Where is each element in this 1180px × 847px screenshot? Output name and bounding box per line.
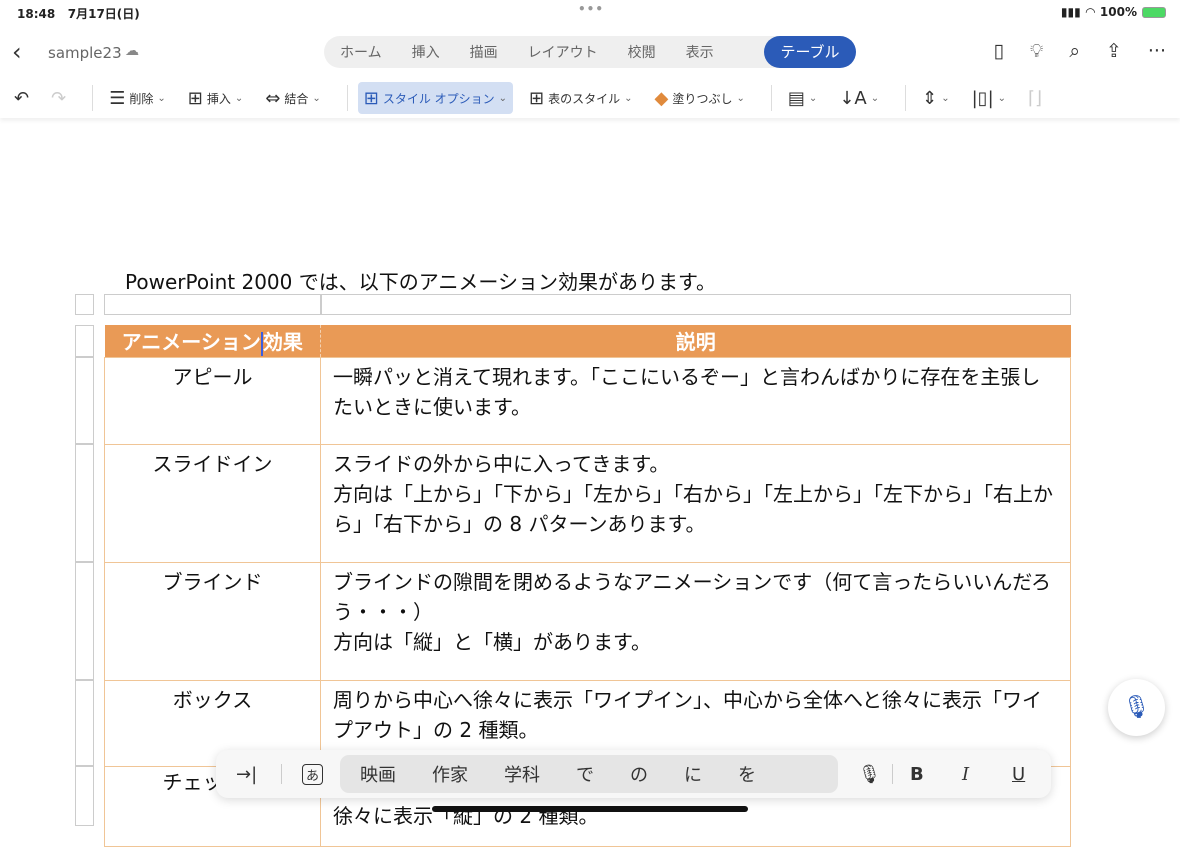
align-icon: ▤ bbox=[787, 87, 805, 109]
row-handle[interactable] bbox=[75, 680, 94, 766]
bold-button[interactable]: B bbox=[910, 764, 924, 785]
header-cell[interactable]: 説明 bbox=[320, 325, 1071, 357]
lightbulb-icon[interactable]: 💡︎ bbox=[1030, 40, 1043, 62]
suggestion[interactable]: 映画 bbox=[360, 761, 396, 787]
text-cursor bbox=[260, 331, 263, 356]
microphone-icon: 🎙︎ bbox=[1122, 695, 1151, 720]
description-cell[interactable]: ブラインドの隙間を閉めるようなアニメーションです（何て言ったらいいんだろう・・・… bbox=[320, 561, 1071, 681]
ribbon-tabs: ホーム 挿入 描画 レイアウト 校閲 表示 bbox=[324, 36, 794, 68]
effect-name-cell[interactable]: アピール bbox=[104, 356, 321, 445]
suggestion[interactable]: 学科 bbox=[504, 761, 540, 787]
text-direction-button[interactable]: ↓A ⌄ bbox=[833, 82, 885, 114]
dictate-button[interactable]: 🎙︎ bbox=[1108, 679, 1165, 736]
autofit-button[interactable]: ⌈⌋ bbox=[1022, 82, 1048, 114]
row-handle[interactable] bbox=[75, 294, 94, 315]
text-direction-icon: ↓A bbox=[839, 87, 867, 109]
search-icon[interactable]: ⌕ bbox=[1069, 40, 1080, 62]
row-handle[interactable] bbox=[75, 444, 94, 562]
table-gear-icon: ⊞ bbox=[363, 87, 379, 109]
suggestion[interactable]: で bbox=[576, 761, 594, 787]
paint-bucket-icon: ◆ bbox=[654, 87, 669, 109]
column-width-button[interactable]: |▯| ⌄ bbox=[966, 82, 1012, 114]
description-cell[interactable]: 一瞬パッと消えて現れます。「ここにいるぞー」と言わんばかりに存在を主張したいとき… bbox=[320, 356, 1071, 445]
row-height-icon: ⇕ bbox=[922, 87, 938, 109]
suggestion[interactable]: 作家 bbox=[432, 761, 468, 787]
description-cell[interactable]: スライドの外から中に入ってきます。 方向は「上から」「下から」「左から」「右から」… bbox=[320, 443, 1071, 563]
suggestion[interactable]: に bbox=[684, 761, 702, 787]
tab-key-icon[interactable]: →| bbox=[236, 764, 257, 785]
autofit-icon: ⌈⌋ bbox=[1028, 87, 1043, 109]
undo-button[interactable]: ↶ bbox=[8, 82, 35, 114]
table-row: アピール 一瞬パッと消えて現れます。「ここにいるぞー」と言わんばかりに存在を主張… bbox=[104, 356, 1071, 445]
row-height-button[interactable]: ⇕ ⌄ bbox=[916, 82, 955, 114]
merge-button[interactable]: ⇔ 結合 ⌄ bbox=[259, 82, 327, 114]
suggestion[interactable]: の bbox=[630, 761, 648, 787]
row-handle[interactable] bbox=[75, 766, 94, 826]
suggestion[interactable]: を bbox=[738, 761, 756, 787]
signal-icon: ▮▮▮ bbox=[1060, 5, 1081, 19]
row-handle[interactable] bbox=[75, 562, 94, 680]
table-insert-icon: ⊞ bbox=[187, 87, 203, 109]
alignment-button[interactable]: ▤ ⌄ bbox=[782, 82, 823, 114]
table-row: ブラインド ブラインドの隙間を閉めるようなアニメーションです（何て言ったらいいん… bbox=[104, 561, 1071, 681]
input-mode-icon[interactable]: あ bbox=[302, 763, 324, 785]
italic-button[interactable]: I bbox=[962, 764, 969, 785]
keyboard-shortcut-bar: →| あ 映画 作家 学科 で の に を 🎙︎ B I U bbox=[216, 750, 1051, 798]
table-row: スライドイン スライドの外から中に入ってきます。 方向は「上から」「下から」「左か… bbox=[104, 443, 1071, 563]
microphone-icon[interactable]: 🎙︎ bbox=[858, 764, 881, 785]
row-handle[interactable] bbox=[75, 357, 94, 444]
more-icon[interactable]: ··· bbox=[1148, 40, 1166, 62]
row-handle[interactable] bbox=[75, 325, 94, 357]
multitask-dots[interactable]: ••• bbox=[578, 2, 604, 16]
tab-insert[interactable]: 挿入 bbox=[412, 42, 440, 62]
cloud-saved-icon: ☁ bbox=[125, 43, 139, 59]
tab-draw[interactable]: 描画 bbox=[470, 42, 498, 62]
tab-view[interactable]: 表示 bbox=[686, 42, 714, 62]
file-name[interactable]: sample23 bbox=[48, 44, 122, 62]
underline-button[interactable]: U bbox=[1012, 764, 1025, 785]
style-options-button[interactable]: ⊞ スタイル オプション ⌄ bbox=[357, 82, 514, 114]
effect-name-cell[interactable]: スライドイン bbox=[104, 443, 321, 563]
status-bar: 18:48 7月17日(日) ••• ▮▮▮ ◠ 100% bbox=[0, 0, 1180, 24]
wifi-icon: ◠ bbox=[1085, 5, 1095, 19]
back-icon[interactable]: ‹ bbox=[12, 38, 22, 66]
redo-button[interactable]: ↷ bbox=[45, 82, 72, 114]
table-pen-icon: ⊞ bbox=[529, 87, 545, 109]
tab-review[interactable]: 校閲 bbox=[628, 42, 656, 62]
merge-icon: ⇔ bbox=[265, 87, 281, 109]
delete-table-icon: ☰ bbox=[109, 87, 126, 109]
table-header-row: アニメーション 効果 説明 bbox=[104, 325, 1071, 357]
predictive-suggestions: 映画 作家 学科 で の に を bbox=[340, 755, 838, 793]
delete-button[interactable]: ☰ 削除 ⌄ bbox=[103, 82, 172, 114]
empty-table-row[interactable] bbox=[104, 294, 1071, 315]
shading-button[interactable]: ◆ 塗りつぶし ⌄ bbox=[649, 82, 751, 114]
clock: 18:48 7月17日(日) bbox=[17, 7, 140, 21]
mobile-view-icon[interactable]: ▯ bbox=[994, 40, 1004, 62]
insert-button[interactable]: ⊞ 挿入 ⌄ bbox=[182, 82, 250, 114]
battery-text: 100% bbox=[1099, 5, 1137, 19]
column-width-icon: |▯| bbox=[971, 87, 994, 109]
table-style-button[interactable]: ⊞ 表のスタイル ⌄ bbox=[523, 82, 639, 114]
tab-table[interactable]: テーブル bbox=[764, 36, 856, 68]
ribbon-toolbar: ↶ ↷ ☰ 削除 ⌄ ⊞ 挿入 ⌄ ⇔ 結合 ⌄ ⊞ スタイル オプション ⌄ ⊞ 表のスタイル ⌄… bbox=[0, 78, 1180, 118]
tab-layout[interactable]: レイアウト bbox=[528, 42, 598, 62]
header-cell[interactable]: アニメーション 効果 bbox=[104, 325, 321, 357]
app-header: ‹ sample23 ☁ ホーム 挿入 描画 レイアウト 校閲 表示 テーブル … bbox=[0, 30, 1180, 74]
home-indicator[interactable] bbox=[432, 806, 748, 812]
tab-home[interactable]: ホーム bbox=[340, 42, 382, 62]
share-icon[interactable]: ⇪ bbox=[1106, 40, 1122, 62]
battery-icon bbox=[1142, 6, 1166, 18]
intro-paragraph[interactable]: PowerPoint 2000 では、以下のアニメーション効果があります。 bbox=[125, 266, 716, 295]
effect-name-cell[interactable]: ブラインド bbox=[104, 561, 321, 681]
